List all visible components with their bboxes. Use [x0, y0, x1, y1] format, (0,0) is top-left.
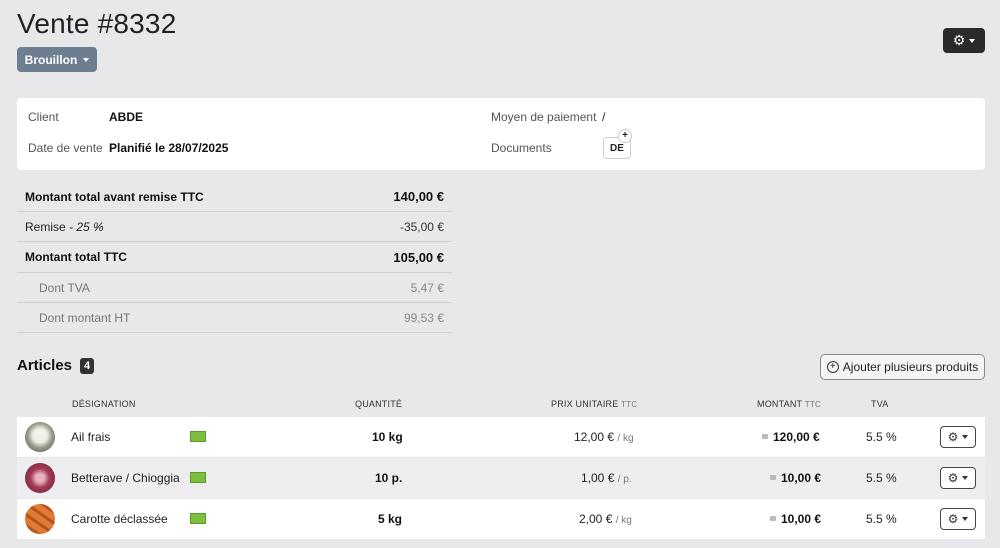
documents-label: Documents: [491, 141, 552, 155]
column-vat: TVA: [871, 399, 889, 409]
total-before-discount-value: 140,00 €: [393, 189, 444, 204]
total-before-discount-row: Montant total avant remise TTC 140,00 €: [17, 182, 452, 212]
column-designation: DÉSIGNATION: [72, 399, 136, 409]
add-products-button[interactable]: + Ajouter plusieurs produits: [820, 354, 985, 380]
article-row[interactable]: Betterave / Chioggia 10 p. 1,00 € / p. 1…: [17, 458, 985, 498]
page-title: Vente #8332: [17, 8, 177, 39]
article-unit-price: 2,00 € / kg: [579, 512, 632, 526]
ht-row: Dont montant HT 99,53 €: [17, 303, 452, 333]
article-vat: 5.5 %: [866, 430, 897, 444]
article-row[interactable]: Ail frais 10 kg 12,00 € / kg 120,00 € 5.…: [17, 417, 985, 457]
sale-info-card: Client ABDE Date de vente Planifié le 28…: [17, 98, 985, 170]
product-thumbnail: [25, 422, 55, 452]
chevron-down-icon: [962, 476, 969, 480]
product-thumbnail: [25, 463, 55, 493]
lock-icon: [770, 516, 776, 522]
vat-label: Dont TVA: [39, 280, 90, 295]
article-amount: 10,00 €: [770, 512, 821, 526]
lock-icon: [762, 434, 768, 440]
article-amount: 120,00 €: [762, 430, 820, 444]
discount-row: Remise - 25 % -35,00 €: [17, 212, 452, 242]
settings-dropdown-button[interactable]: ⚙: [943, 28, 985, 53]
discount-label: Remise: [25, 219, 66, 234]
status-label: Brouillon: [24, 52, 78, 67]
article-vat: 5.5 %: [866, 471, 897, 485]
ht-value: 99,53 €: [403, 310, 444, 325]
column-amount: MONTANT TTC: [757, 399, 821, 409]
product-thumbnail: [25, 504, 55, 534]
vat-value: 5,47 €: [410, 280, 444, 295]
article-name[interactable]: Ail frais: [71, 430, 110, 444]
article-unit-price: 1,00 € / p.: [581, 471, 632, 485]
status-dropdown-button[interactable]: Brouillon: [17, 47, 97, 72]
column-quantity: QUANTITÉ: [355, 399, 403, 409]
lock-icon: [770, 475, 776, 481]
articles-heading: Articles 4: [17, 357, 95, 374]
organic-label-icon: [190, 431, 206, 442]
discount-rate: - 25 %: [69, 219, 104, 234]
total-before-discount-label: Montant total avant remise TTC: [25, 189, 204, 204]
chevron-down-icon: [962, 517, 969, 521]
gear-icon: ⚙: [947, 471, 959, 485]
add-document-button[interactable]: +: [618, 129, 632, 143]
total-ttc-value: 105,00 €: [393, 249, 444, 265]
chevron-down-icon: [969, 38, 976, 43]
article-row[interactable]: Carotte déclassée 5 kg 2,00 € / kg 10,00…: [17, 499, 985, 539]
add-products-label: Ajouter plusieurs produits: [842, 360, 979, 374]
article-name[interactable]: Carotte déclassée: [71, 512, 168, 526]
article-actions-button[interactable]: ⚙: [940, 467, 976, 489]
gear-icon: ⚙: [947, 430, 959, 444]
article-unit-price: 12,00 € / kg: [574, 430, 634, 444]
article-quantity: 5 kg: [378, 512, 403, 526]
organic-label-icon: [190, 513, 206, 524]
chevron-down-icon: [962, 435, 969, 439]
client-label: Client: [28, 110, 59, 124]
articles-count-badge: 4: [80, 357, 95, 374]
sale-date-label: Date de vente: [28, 141, 103, 155]
totals-table: Montant total avant remise TTC 140,00 € …: [17, 182, 452, 333]
vat-row: Dont TVA 5,47 €: [17, 273, 452, 303]
plus-circle-icon: +: [826, 361, 839, 373]
article-amount: 10,00 €: [770, 471, 821, 485]
article-quantity: 10 p.: [375, 471, 403, 485]
articles-title: Articles: [17, 357, 73, 374]
article-name[interactable]: Betterave / Chioggia: [71, 471, 180, 485]
gear-icon: ⚙: [952, 32, 966, 48]
gear-icon: ⚙: [947, 512, 959, 526]
article-quantity: 10 kg: [372, 430, 403, 444]
article-actions-button[interactable]: ⚙: [940, 426, 976, 448]
article-actions-button[interactable]: ⚙: [940, 508, 976, 530]
total-ttc-label: Montant total TTC: [25, 250, 127, 264]
article-vat: 5.5 %: [866, 512, 897, 526]
discount-value: -35,00 €: [399, 219, 444, 234]
chevron-down-icon: [83, 57, 90, 62]
payment-method-value: /: [602, 110, 606, 124]
organic-label-icon: [190, 472, 206, 483]
total-ttc-row: Montant total TTC 105,00 €: [17, 242, 452, 273]
sale-date-value: Planifié le 28/07/2025: [109, 141, 229, 155]
ht-label: Dont montant HT: [39, 310, 131, 325]
client-value[interactable]: ABDE: [109, 110, 143, 124]
payment-method-label: Moyen de paiement: [491, 110, 597, 124]
column-unit-price: PRIX UNITAIRE TTC: [551, 399, 638, 409]
